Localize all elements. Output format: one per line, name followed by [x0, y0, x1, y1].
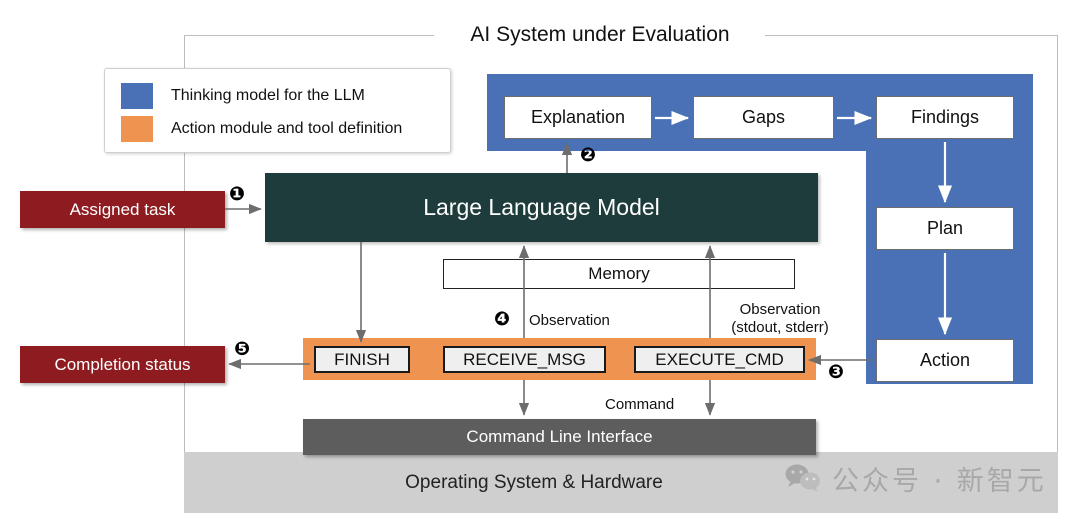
legend-label-action: Action module and tool definition: [171, 119, 403, 137]
legend: Thinking model for the LLM Action module…: [104, 68, 451, 153]
label-observation-stdout-line1: Observation: [739, 301, 821, 318]
step-marker-3: ❸: [828, 362, 845, 383]
legend-item-thinking: Thinking model for the LLM: [121, 79, 450, 112]
label-command: Command: [605, 396, 675, 413]
legend-swatch-action: [121, 115, 153, 142]
legend-item-action: Action module and tool definition: [121, 112, 450, 145]
label-observation-stdout-line2: (stdout, stderr): [731, 319, 829, 336]
step-marker-5: ❺: [234, 339, 251, 360]
step-marker-2: ❷: [580, 145, 597, 166]
step-marker-4: ❹: [494, 309, 511, 330]
legend-label-thinking: Thinking model for the LLM: [171, 86, 365, 104]
legend-swatch-thinking: [121, 82, 153, 109]
watermark-text: 公众号 · 新智元: [832, 465, 1047, 497]
watermark: 公众号 · 新智元: [784, 456, 1052, 500]
step-marker-1: ❶: [229, 184, 246, 205]
label-observation-stdout: Observation (stdout, stderr): [713, 301, 847, 337]
label-observation: Observation: [529, 312, 610, 329]
wechat-icon: [785, 464, 820, 492]
